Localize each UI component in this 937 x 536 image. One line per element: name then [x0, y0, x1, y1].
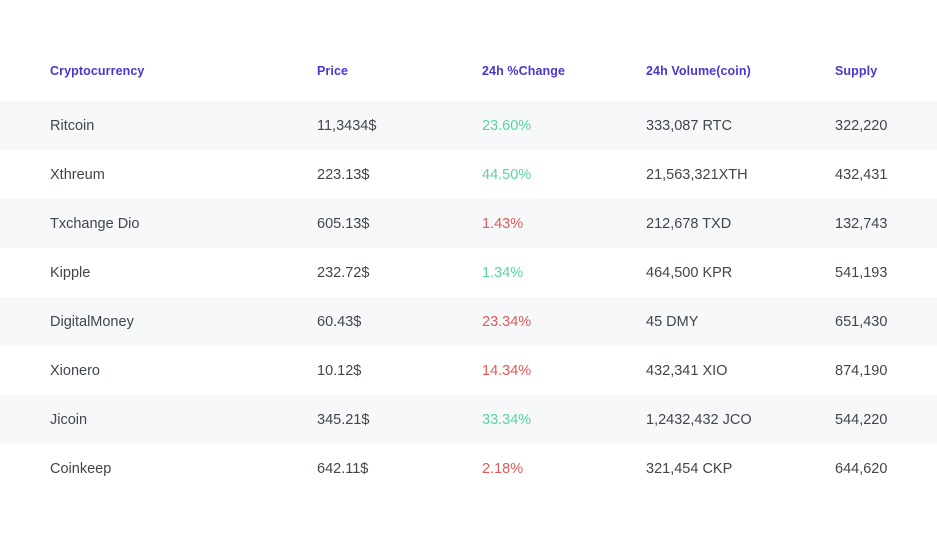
volume-cell: 45 DMY — [646, 314, 835, 330]
coin-name-cell: Coinkeep — [0, 461, 317, 477]
supply-cell: 132,743 — [835, 216, 937, 232]
coin-name-cell: Txchange Dio — [0, 216, 317, 232]
header-cell-supply: Supply — [835, 64, 937, 78]
coin-name-cell: Xionero — [0, 363, 317, 379]
table-header-row: Cryptocurrency Price 24h %Change 24h Vol… — [0, 40, 937, 101]
price-cell: 10.12$ — [317, 363, 482, 379]
volume-cell: 321,454 CKP — [646, 461, 835, 477]
coin-name-cell: Xthreum — [0, 167, 317, 183]
change-cell: 2.18% — [482, 461, 646, 477]
change-cell: 44.50% — [482, 167, 646, 183]
supply-cell: 544,220 — [835, 412, 937, 428]
change-cell: 23.34% — [482, 314, 646, 330]
volume-cell: 333,087 RTC — [646, 118, 835, 134]
price-cell: 605.13$ — [317, 216, 482, 232]
table-row: DigitalMoney 60.43$ 23.34% 45 DMY 651,43… — [0, 297, 937, 346]
price-cell: 232.72$ — [317, 265, 482, 281]
price-cell: 345.21$ — [317, 412, 482, 428]
table-row: Jicoin 345.21$ 33.34% 1,2432,432 JCO 544… — [0, 395, 937, 444]
change-cell: 1.43% — [482, 216, 646, 232]
supply-cell: 432,431 — [835, 167, 937, 183]
volume-cell: 21,563,321XTH — [646, 167, 835, 183]
price-cell: 642.11$ — [317, 461, 482, 477]
coin-name-cell: Jicoin — [0, 412, 317, 428]
header-cell-volume: 24h Volume(coin) — [646, 64, 835, 78]
supply-cell: 874,190 — [835, 363, 937, 379]
table-row: Txchange Dio 605.13$ 1.43% 212,678 TXD 1… — [0, 199, 937, 248]
change-cell: 1.34% — [482, 265, 646, 281]
change-cell: 14.34% — [482, 363, 646, 379]
supply-cell: 644,620 — [835, 461, 937, 477]
table-row: Kipple 232.72$ 1.34% 464,500 KPR 541,193 — [0, 248, 937, 297]
coin-name-cell: Kipple — [0, 265, 317, 281]
supply-cell: 541,193 — [835, 265, 937, 281]
volume-cell: 464,500 KPR — [646, 265, 835, 281]
change-cell: 23.60% — [482, 118, 646, 134]
table-row: Ritcoin 11,3434$ 23.60% 333,087 RTC 322,… — [0, 101, 937, 150]
supply-cell: 651,430 — [835, 314, 937, 330]
header-cell-price: Price — [317, 64, 482, 78]
table-body: Ritcoin 11,3434$ 23.60% 333,087 RTC 322,… — [0, 101, 937, 493]
volume-cell: 212,678 TXD — [646, 216, 835, 232]
coin-name-cell: DigitalMoney — [0, 314, 317, 330]
table-row: Xionero 10.12$ 14.34% 432,341 XIO 874,19… — [0, 346, 937, 395]
coin-name-cell: Ritcoin — [0, 118, 317, 134]
price-cell: 60.43$ — [317, 314, 482, 330]
header-cell-change: 24h %Change — [482, 64, 646, 78]
price-cell: 223.13$ — [317, 167, 482, 183]
volume-cell: 432,341 XIO — [646, 363, 835, 379]
supply-cell: 322,220 — [835, 118, 937, 134]
table-row: Xthreum 223.13$ 44.50% 21,563,321XTH 432… — [0, 150, 937, 199]
crypto-table: Cryptocurrency Price 24h %Change 24h Vol… — [0, 0, 937, 493]
header-cell-cryptocurrency: Cryptocurrency — [0, 64, 317, 78]
price-cell: 11,3434$ — [317, 118, 482, 134]
volume-cell: 1,2432,432 JCO — [646, 412, 835, 428]
table-row: Coinkeep 642.11$ 2.18% 321,454 CKP 644,6… — [0, 444, 937, 493]
change-cell: 33.34% — [482, 412, 646, 428]
